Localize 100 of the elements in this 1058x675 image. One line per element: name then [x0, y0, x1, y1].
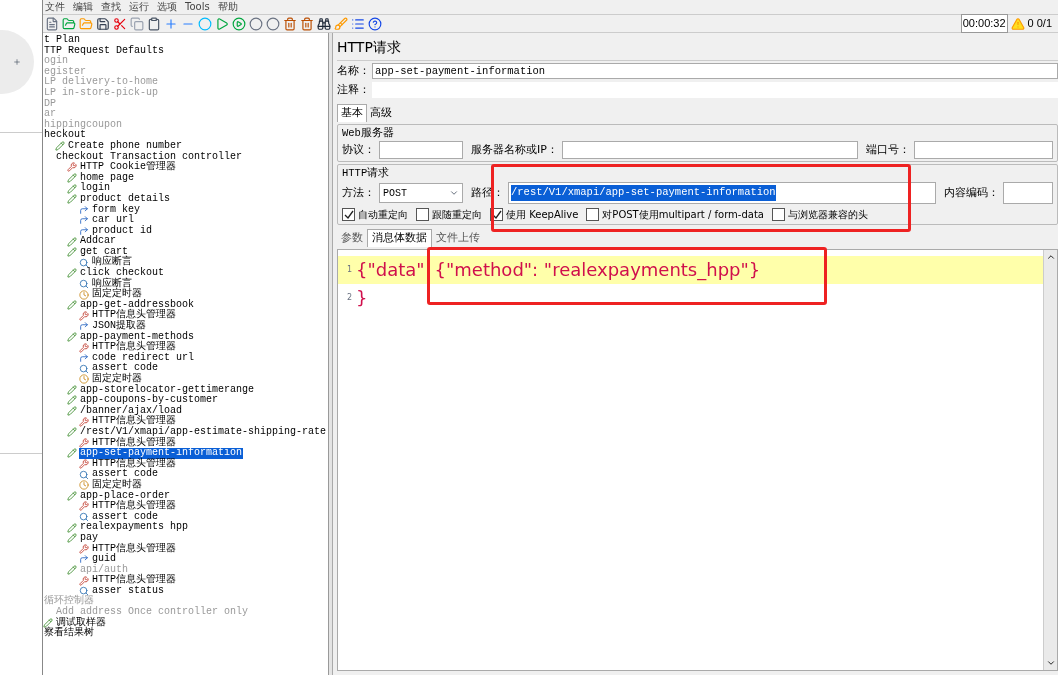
- name-field[interactable]: app-set-payment-information: [372, 63, 1058, 80]
- clock-icon: [79, 289, 89, 300]
- tree-item[interactable]: code redirect url: [91, 352, 196, 364]
- menu-item[interactable]: 运行: [129, 0, 149, 14]
- checkbox[interactable]: [342, 208, 355, 221]
- clear-icon[interactable]: [283, 16, 297, 31]
- magnifier-icon: [79, 257, 89, 268]
- clock-icon: [79, 480, 89, 491]
- scroll-down-icon[interactable]: [1045, 658, 1056, 668]
- tree-item[interactable]: guid: [91, 554, 117, 565]
- pencil-icon: [67, 490, 77, 501]
- tree-item[interactable]: HTTP信息头管理器: [91, 458, 177, 470]
- tree-item[interactable]: realexpayments hpp: [79, 522, 190, 533]
- tree-item[interactable]: car url: [91, 215, 135, 226]
- magnifier-icon: [79, 469, 89, 480]
- tree-item[interactable]: product details: [79, 193, 171, 205]
- pencil-icon: [43, 617, 53, 628]
- checkbox-label: 与浏览器兼容的头: [787, 208, 868, 222]
- tree-item[interactable]: 固定定时器: [91, 479, 143, 491]
- scissors-icon[interactable]: [113, 16, 127, 31]
- body-editor[interactable]: 1 {"data" {"method": "realexpayments_hpp"} 2 }: [337, 248, 1058, 671]
- warning-count: 0: [1027, 16, 1034, 32]
- tree-item[interactable]: app-coupons-by-customer: [79, 395, 220, 406]
- elapsed-time: 00:00:32: [960, 14, 1008, 33]
- tab[interactable]: 参数: [337, 229, 367, 247]
- pencil-icon: [67, 395, 77, 406]
- pencil-icon: [67, 236, 77, 247]
- pencil-icon: [55, 141, 65, 152]
- menu-item[interactable]: 文件: [45, 0, 65, 14]
- menu-item[interactable]: 编辑: [73, 0, 93, 14]
- selected-path-text: /rest/V1/xmapi/app-set-payment-information: [511, 185, 776, 201]
- tree-item[interactable]: t Plan: [43, 35, 81, 46]
- play-icon[interactable]: [215, 16, 229, 31]
- line-number: 1: [345, 263, 352, 276]
- checkbox-label: 自动重定向: [358, 208, 408, 222]
- section-legend: Web服务器: [342, 126, 394, 139]
- pencil-icon: [67, 533, 77, 544]
- thread-count: 0/1: [1036, 16, 1052, 32]
- section-legend: HTTP请求: [342, 167, 390, 180]
- tree-item[interactable]: Create phone number: [67, 140, 184, 152]
- checkbox-label: 跟随重定向: [432, 208, 482, 222]
- pencil-icon: [67, 173, 77, 183]
- tree-item[interactable]: pay: [79, 532, 99, 544]
- tree-item[interactable]: login: [79, 183, 111, 194]
- tree-item[interactable]: HTTP信息头管理器: [91, 501, 177, 512]
- tab[interactable]: 基本: [337, 104, 367, 122]
- tree-item[interactable]: assert code: [91, 363, 159, 374]
- menu-item[interactable]: 选项: [157, 0, 177, 14]
- list-icon[interactable]: [351, 16, 365, 31]
- protocol-field[interactable]: [379, 141, 463, 160]
- code-text: {"data": [356, 258, 425, 282]
- save-icon[interactable]: [96, 16, 110, 31]
- port-field[interactable]: [913, 141, 1053, 160]
- tree-item[interactable]: app-set-payment-information: [79, 448, 244, 459]
- protocol-label: 协议：: [342, 142, 375, 158]
- checkbox[interactable]: [416, 208, 429, 221]
- menu-item[interactable]: 帮助: [217, 0, 238, 14]
- pencil-icon: [67, 522, 77, 533]
- tree-item[interactable]: TTP Request Defaults: [43, 45, 166, 57]
- clipboard-icon[interactable]: [147, 16, 161, 31]
- checkbox[interactable]: [771, 208, 785, 221]
- wrench-icon: [79, 575, 89, 586]
- tree-item[interactable]: form key: [91, 204, 141, 216]
- menu-item[interactable]: 查找: [101, 0, 121, 14]
- encoding-field[interactable]: [1003, 182, 1053, 204]
- pencil-icon: [67, 268, 77, 279]
- tree-item[interactable]: assert code: [91, 469, 159, 480]
- scrollbar[interactable]: [1043, 249, 1057, 670]
- server-label: 服务器名称或IP：: [471, 142, 558, 158]
- path-field[interactable]: /rest/V1/xmapi/app-set-payment-information: [508, 182, 936, 204]
- tab[interactable]: 文件上传: [432, 229, 484, 247]
- port-label: 端口号：: [865, 142, 910, 158]
- tab[interactable]: 消息体数据: [367, 229, 432, 247]
- tree-item[interactable]: HTTP Cookie管理器: [79, 162, 177, 173]
- code-text: {"method": "realexpayments_hpp"}: [434, 258, 761, 283]
- tree-item[interactable]: /rest/V1/xmapi/app-estimate-shipping-rate: [79, 426, 328, 438]
- tree-item[interactable]: product id: [91, 225, 153, 237]
- tree-item[interactable]: HTTP信息头管理器: [91, 437, 177, 449]
- server-field[interactable]: [561, 141, 858, 160]
- menu-item[interactable]: Tools: [185, 0, 210, 14]
- magnifier-icon: [79, 586, 89, 597]
- pencil-icon: [67, 247, 77, 258]
- tree-item[interactable]: heckout: [43, 130, 87, 141]
- clear-all-icon[interactable]: [300, 16, 314, 31]
- tree-item[interactable]: 固定定时器: [91, 374, 143, 385]
- magnifier-icon: [79, 512, 89, 522]
- method-select[interactable]: POST: [379, 183, 463, 203]
- plus-icon: [13, 58, 21, 66]
- new-file-icon[interactable]: [45, 16, 59, 31]
- tree-item[interactable]: HTTP信息头管理器: [91, 416, 177, 427]
- help-icon[interactable]: [368, 16, 382, 31]
- name-label: 名称：: [337, 63, 370, 79]
- checkbox[interactable]: [586, 208, 600, 221]
- binoculars-icon[interactable]: [317, 16, 331, 31]
- tab[interactable]: 高级: [367, 104, 395, 122]
- tree-item[interactable]: app-storelocator-gettimerange: [79, 384, 256, 396]
- wrench-icon: [79, 437, 89, 448]
- tree-item[interactable]: JSON提取器: [91, 321, 147, 332]
- tree-item[interactable]: Addcar: [79, 236, 117, 247]
- tree-item[interactable]: HTTP信息头管理器: [91, 342, 177, 353]
